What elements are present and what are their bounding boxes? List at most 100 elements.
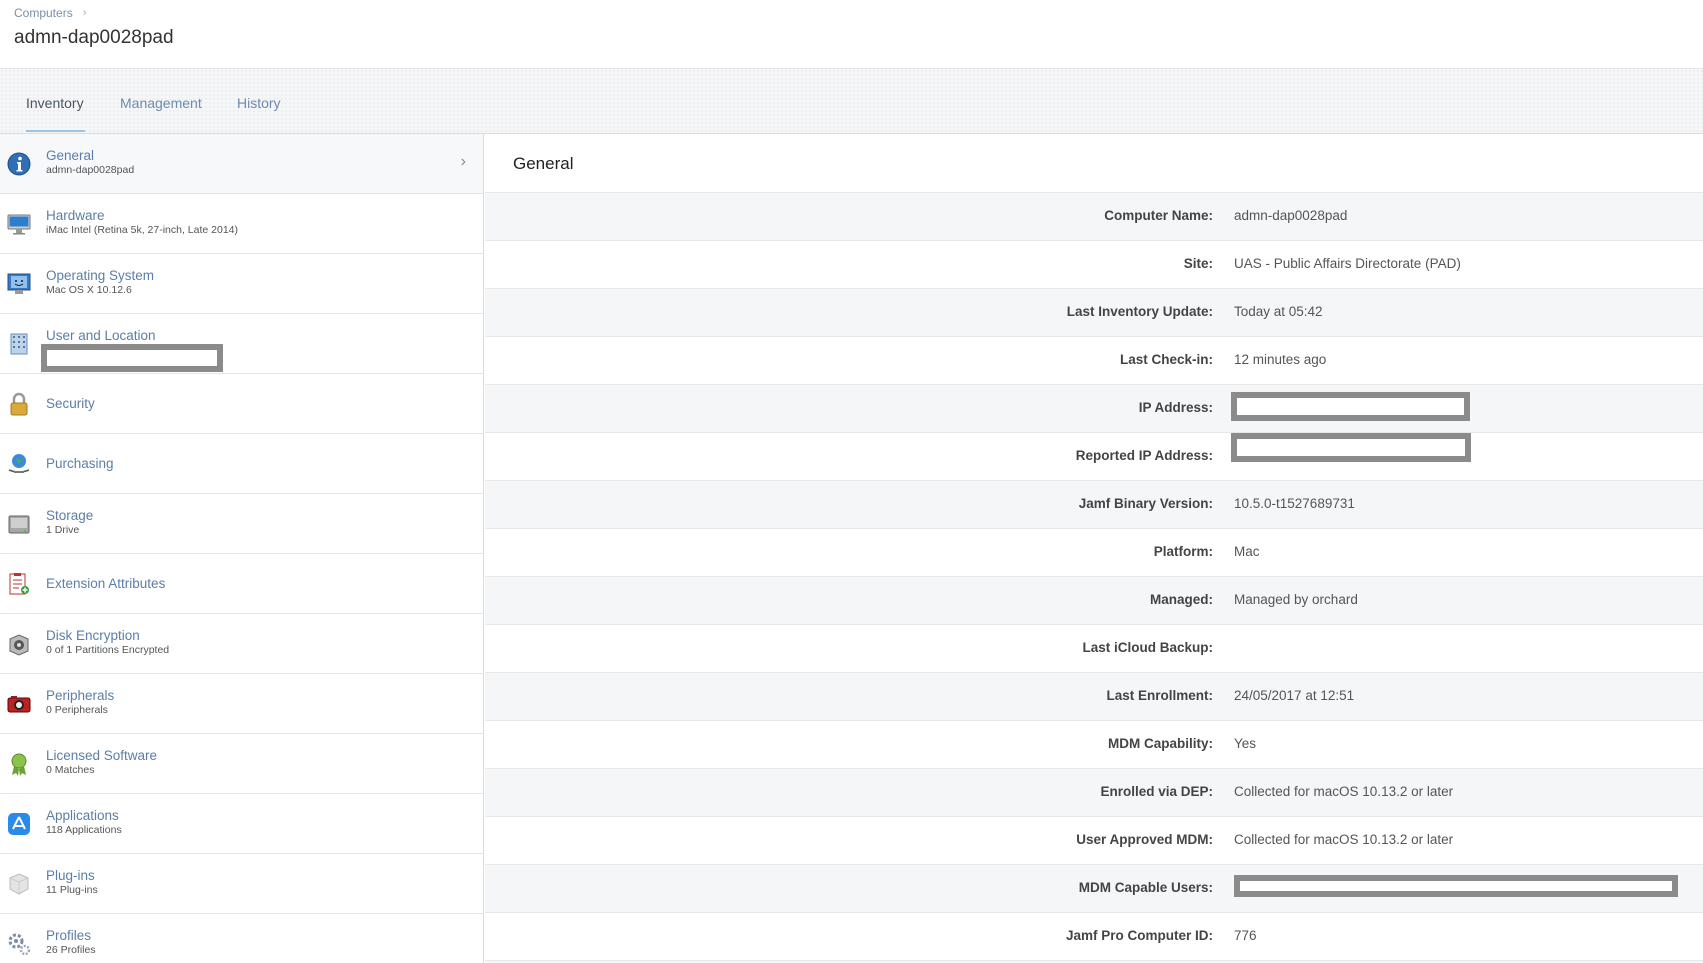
row-label: Site: — [1183, 256, 1213, 271]
row-label: Last Enrollment: — [1106, 688, 1213, 703]
row-label: Jamf Pro Computer ID: — [1065, 928, 1213, 943]
sidebar-item-extension-attributes[interactable]: Extension Attributes — [0, 554, 483, 614]
breadcrumb: Computers › — [14, 6, 86, 20]
info-icon — [7, 152, 31, 176]
plugin-cube-icon — [9, 873, 29, 895]
detail-row-computer-name: Computer Name: admn-dap0028pad — [485, 192, 1703, 240]
clipboard-icon — [9, 573, 29, 595]
active-tab-underline — [26, 130, 85, 132]
sidebar-item-sub: 26 Profiles — [46, 944, 96, 956]
sidebar-item-label: Applications — [46, 808, 119, 823]
sidebar-item-operating-system[interactable]: Operating System Mac OS X 10.12.6 — [0, 254, 483, 314]
detail-row-last-icloud-backup: Last iCloud Backup: — [485, 624, 1703, 672]
sidebar-item-label: Security — [46, 396, 95, 411]
row-value: 10.5.0-t1527689731 — [1234, 496, 1355, 511]
detail-row-last-enrollment: Last Enrollment: 24/05/2017 at 12:51 — [485, 672, 1703, 720]
row-value: Managed by orchard — [1234, 592, 1358, 607]
tab-history[interactable]: History — [237, 95, 281, 111]
hard-drive-icon — [8, 515, 30, 534]
row-label: Jamf Binary Version: — [1078, 496, 1213, 511]
row-value: UAS - Public Affairs Directorate (PAD) — [1234, 256, 1461, 271]
finder-icon — [7, 273, 31, 294]
row-label: Platform: — [1153, 544, 1213, 559]
sidebar-item-sub: Mac OS X 10.12.6 — [46, 284, 132, 296]
globe-icon — [8, 454, 30, 473]
inventory-sidebar: General admn-dap0028pad › Hardware iMac … — [0, 134, 484, 963]
row-value: admn-dap0028pad — [1234, 208, 1348, 223]
sidebar-item-label: User and Location — [46, 328, 156, 343]
detail-row-last-inventory-update: Last Inventory Update: Today at 05:42 — [485, 288, 1703, 336]
row-label: Managed: — [1149, 592, 1213, 607]
sidebar-item-peripherals[interactable]: Peripherals 0 Peripherals — [0, 674, 483, 734]
row-label: User Approved MDM: — [1076, 832, 1213, 847]
sidebar-item-label: Licensed Software — [46, 748, 158, 763]
sidebar-item-profiles[interactable]: Profiles 26 Profiles — [0, 914, 483, 963]
row-value: Collected for macOS 10.13.2 or later — [1234, 832, 1454, 847]
detail-row-user-approved-mdm: User Approved MDM: Collected for macOS 1… — [485, 816, 1703, 864]
sidebar-item-label: Plug-ins — [46, 868, 95, 883]
sidebar-item-sub: iMac Intel (Retina 5k, 27-inch, Late 201… — [46, 224, 239, 236]
row-label: MDM Capability: — [1107, 736, 1213, 751]
row-label: Last Check-in: — [1119, 352, 1213, 367]
general-detail-panel: General Computer Name: admn-dap0028pad S… — [485, 134, 1703, 963]
redacted-ip-address — [1231, 392, 1470, 421]
row-value: 24/05/2017 at 12:51 — [1234, 688, 1355, 703]
sidebar-item-general[interactable]: General admn-dap0028pad › — [0, 134, 483, 194]
detail-row-mdm-capable-users: MDM Capable Users: — [485, 864, 1703, 912]
detail-row-ip-address: IP Address: — [485, 384, 1703, 432]
redacted-mdm-capable-users — [1234, 875, 1678, 897]
detail-row-jamf-binary-version: Jamf Binary Version: 10.5.0-t1527689731 — [485, 480, 1703, 528]
sidebar-item-hardware[interactable]: Hardware iMac Intel (Retina 5k, 27-inch,… — [0, 194, 483, 254]
row-label: Enrolled via DEP: — [1100, 784, 1213, 799]
tab-bar: Inventory Management History — [0, 68, 1703, 134]
sidebar-item-licensed-software[interactable]: Licensed Software 0 Matches — [0, 734, 483, 794]
sidebar-item-label: Purchasing — [46, 456, 114, 471]
page-header: Computers › admn-dap0028pad — [0, 0, 1703, 68]
vault-icon — [9, 634, 29, 656]
sidebar-item-user-and-location[interactable]: User and Location — [0, 314, 483, 374]
detail-row-last-check-in: Last Check-in: 12 minutes ago — [485, 336, 1703, 384]
sidebar-item-sub: 0 Peripherals — [46, 704, 108, 716]
sidebar-item-sub: 0 of 1 Partitions Encrypted — [46, 644, 170, 656]
sidebar-item-label: Operating System — [46, 268, 155, 283]
monitor-icon — [7, 214, 31, 235]
row-label: Computer Name: — [1104, 208, 1213, 223]
tab-inventory[interactable]: Inventory — [26, 95, 84, 111]
sidebar-item-sub: 1 Drive — [46, 524, 80, 536]
sidebar-item-label: Profiles — [46, 928, 92, 943]
page-title: admn-dap0028pad — [14, 27, 174, 48]
row-value: Collected for macOS 10.13.2 or later — [1234, 784, 1454, 799]
row-value: Today at 05:42 — [1234, 304, 1323, 319]
sidebar-item-disk-encryption[interactable]: Disk Encryption 0 of 1 Partitions Encryp… — [0, 614, 483, 674]
section-title: General — [513, 154, 574, 173]
sidebar-item-label: Storage — [46, 508, 94, 523]
building-icon — [10, 333, 28, 355]
tab-management[interactable]: Management — [120, 95, 202, 111]
detail-row-platform: Platform: Mac — [485, 528, 1703, 576]
sidebar-item-security[interactable]: Security — [0, 374, 483, 434]
breadcrumb-computers-link[interactable]: Computers — [14, 6, 73, 20]
sidebar-item-label: Extension Attributes — [46, 576, 166, 591]
row-label: Last iCloud Backup: — [1082, 640, 1213, 655]
detail-row-managed: Managed: Managed by orchard — [485, 576, 1703, 624]
gears-icon — [8, 933, 31, 956]
row-label: MDM Capable Users: — [1078, 880, 1213, 895]
ribbon-icon — [11, 753, 27, 776]
sidebar-item-sub: admn-dap0028pad — [46, 164, 135, 176]
detail-row-reported-ip-address: Reported IP Address: — [485, 432, 1703, 480]
row-label: Reported IP Address: — [1075, 448, 1213, 463]
row-value: Yes — [1234, 736, 1257, 751]
row-label: Last Inventory Update: — [1066, 304, 1213, 319]
redacted-field — [41, 344, 223, 372]
app-store-icon — [8, 813, 30, 835]
detail-row-mdm-capability: MDM Capability: Yes — [485, 720, 1703, 768]
sidebar-item-label: Hardware — [46, 208, 105, 223]
sidebar-item-storage[interactable]: Storage 1 Drive — [0, 494, 483, 554]
padlock-icon — [10, 392, 28, 416]
sidebar-item-sub: 11 Plug-ins — [46, 884, 98, 896]
row-value: 776 — [1234, 928, 1257, 943]
sidebar-item-purchasing[interactable]: Purchasing — [0, 434, 483, 494]
camera-icon — [7, 696, 31, 713]
sidebar-item-applications[interactable]: Applications 118 Applications — [0, 794, 483, 854]
sidebar-item-plug-ins[interactable]: Plug-ins 11 Plug-ins — [0, 854, 483, 914]
